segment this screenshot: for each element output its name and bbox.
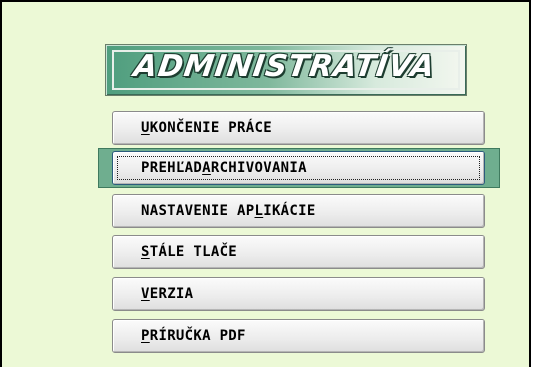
menu-button-stale-tlace[interactable]: S TÁLE TLAČE [112,235,485,269]
menu-hotkey: U [141,120,150,136]
menu-hotkey: L [254,203,264,219]
menu-label-post: IKÁCIE [263,203,316,219]
menu-label-pre: NASTAVENIE AP [141,203,255,219]
menu-button-prehlad-archivovania[interactable]: PREHĽAD A RCHIVOVANIA [112,151,485,185]
menu-hotkey: V [141,286,150,302]
admin-window: ADMINISTRATÍVA U KONČENIE PRÁCE PREHĽAD A… [0,0,531,367]
menu-label-post: ERZIA [149,286,194,302]
title-plate: ADMINISTRATÍVA [105,44,467,96]
menu-button-ukoncenie-prace[interactable]: U KONČENIE PRÁCE [112,111,485,145]
menu-button-nastavenie-aplikacie[interactable]: NASTAVENIE AP L IKÁCIE [112,194,485,228]
menu-button-verzia[interactable]: V ERZIA [112,277,485,311]
page-title: ADMINISTRATÍVA [131,49,438,84]
menu-hotkey: P [141,328,150,344]
menu-button-prirucka-pdf[interactable]: P RÍRUČKA PDF [112,319,485,353]
menu-hotkey: S [141,244,150,260]
focus-ring [117,156,480,180]
menu-label-post: KONČENIE PRÁCE [149,120,272,136]
menu-label-post: TÁLE TLAČE [149,244,238,260]
menu-label-post: RÍRUČKA PDF [149,328,246,344]
